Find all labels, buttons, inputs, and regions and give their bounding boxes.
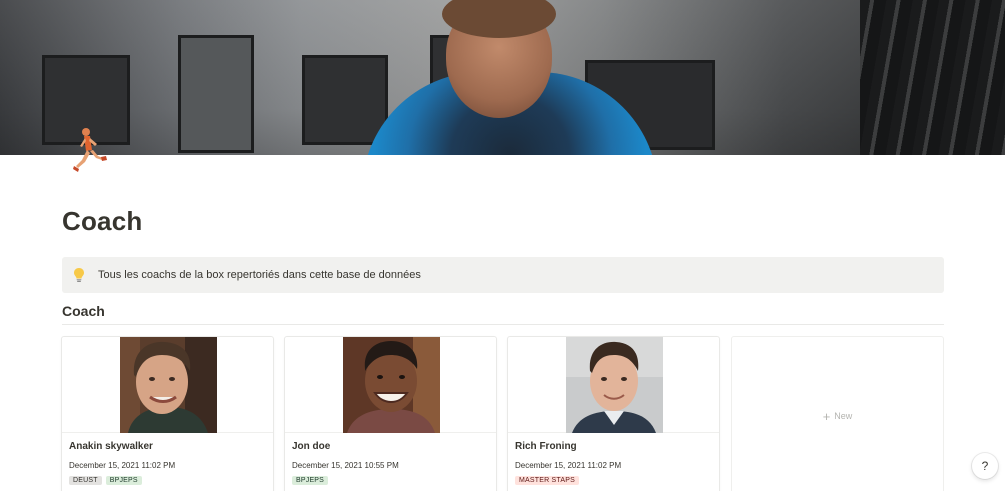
coach-photo xyxy=(566,337,663,433)
cover-rack xyxy=(860,0,1005,155)
gallery-card[interactable]: Jon doe December 15, 2021 10:55 PM BPJEP… xyxy=(284,336,497,491)
gallery-card[interactable]: Anakin skywalker December 15, 2021 11:02… xyxy=(61,336,274,491)
card-title: Anakin skywalker xyxy=(69,441,153,452)
question-mark-icon: ? xyxy=(981,459,989,473)
coach-photo xyxy=(120,337,217,433)
tag: DEUST xyxy=(69,476,102,485)
card-tags: BPJEPS xyxy=(292,476,329,485)
card-cover xyxy=(62,337,273,433)
card-title: Rich Froning xyxy=(515,441,577,452)
tag: BPJEPS xyxy=(292,476,329,485)
person-running-icon[interactable] xyxy=(72,126,110,180)
divider xyxy=(62,324,944,325)
card-created-time: December 15, 2021 11:02 PM xyxy=(515,461,622,470)
cover-wall-frame xyxy=(178,35,254,153)
help-button[interactable]: ? xyxy=(972,453,998,479)
card-tags: MASTER STAPS xyxy=(515,476,579,485)
card-created-time: December 15, 2021 10:55 PM xyxy=(292,461,399,470)
lightbulb-icon xyxy=(72,267,88,283)
tag: BPJEPS xyxy=(105,476,142,485)
new-card-button[interactable]: + New xyxy=(731,336,944,491)
page-cover[interactable] xyxy=(0,0,1005,155)
card-title: Jon doe xyxy=(292,441,331,452)
card-cover xyxy=(508,337,719,433)
database-title[interactable]: Coach xyxy=(62,303,105,319)
gallery-card[interactable]: Rich Froning December 15, 2021 11:02 PM … xyxy=(507,336,720,491)
new-card-label: New xyxy=(834,411,853,421)
coach-photo xyxy=(343,337,440,433)
card-cover xyxy=(285,337,496,433)
card-created-time: December 15, 2021 11:02 PM xyxy=(69,461,176,470)
cover-wall-frame xyxy=(302,55,388,145)
callout[interactable]: Tous les coachs de la box repertoriés da… xyxy=(62,257,944,293)
tag: MASTER STAPS xyxy=(515,476,579,485)
plus-icon: + xyxy=(822,408,831,424)
page-title[interactable]: Coach xyxy=(62,206,142,237)
callout-text: Tous les coachs de la box repertoriés da… xyxy=(98,269,421,281)
card-tags: DEUST BPJEPS xyxy=(69,476,142,485)
